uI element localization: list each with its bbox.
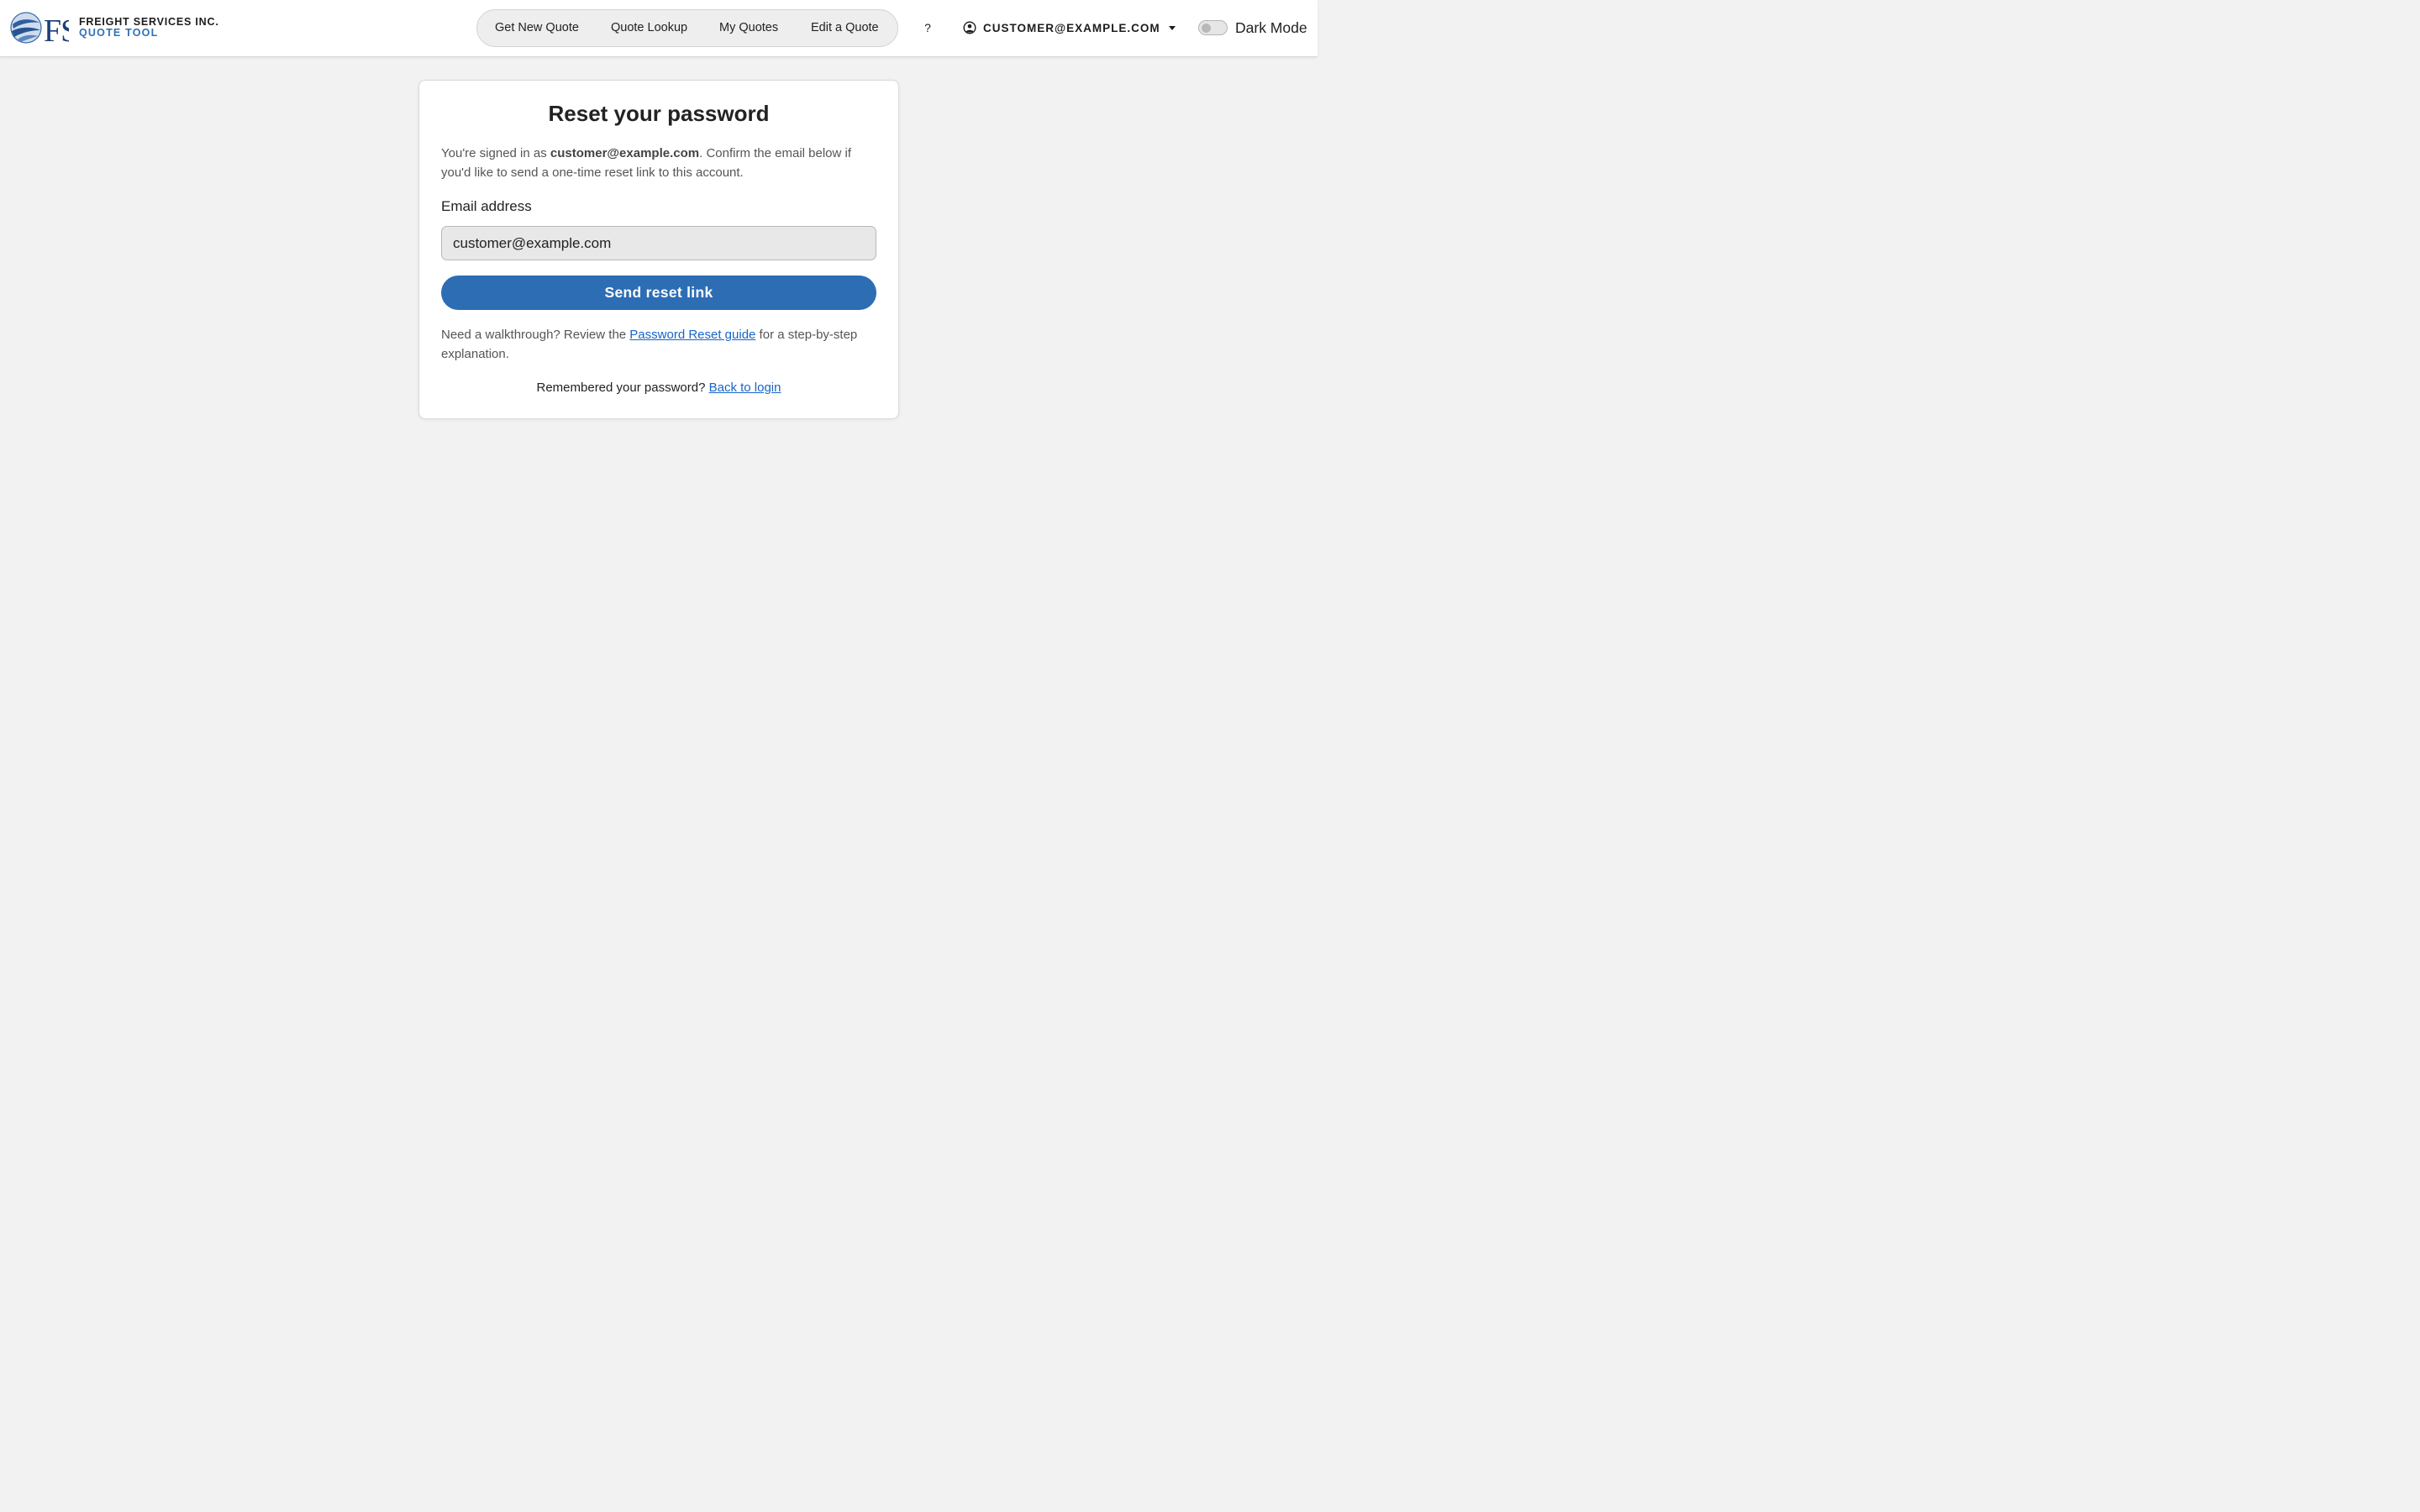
dark-mode-label: Dark Mode xyxy=(1235,18,1307,36)
email-field-label: Email address xyxy=(441,198,532,214)
back-to-login-link[interactable]: Back to login xyxy=(709,381,781,395)
page-title: Reset your password xyxy=(548,101,770,126)
toggle-knob xyxy=(1202,24,1211,33)
user-menu[interactable]: CUSTOMER@EXAMPLE.COM xyxy=(963,18,1176,38)
brand-subtitle: QUOTE TOOL xyxy=(79,27,159,39)
intro-text: You're signed in as customer@example.com… xyxy=(441,144,878,182)
help-button[interactable]: ? xyxy=(922,18,934,37)
user-email-label: CUSTOMER@EXAMPLE.COM xyxy=(983,21,1160,34)
guide-text: Need a walkthrough? Review the Password … xyxy=(441,325,878,364)
nav-edit-a-quote[interactable]: Edit a Quote xyxy=(811,10,879,46)
top-navbar: FSI FREIGHT SERVICES INC. QUOTE TOOL Get… xyxy=(0,0,1318,57)
nav-my-quotes[interactable]: My Quotes xyxy=(719,10,778,46)
dark-mode-control: Dark Mode xyxy=(1198,18,1307,38)
nav-get-new-quote[interactable]: Get New Quote xyxy=(495,10,579,46)
reset-password-card: Reset your password You're signed in as … xyxy=(418,80,899,419)
svg-text:FSI: FSI xyxy=(44,13,69,45)
password-reset-guide-link[interactable]: Password Reset guide xyxy=(629,328,755,342)
user-circle-icon xyxy=(963,21,976,34)
dark-mode-toggle[interactable] xyxy=(1198,20,1228,35)
nav-quote-lookup[interactable]: Quote Lookup xyxy=(611,10,687,46)
brand[interactable]: FSI FREIGHT SERVICES INC. QUOTE TOOL xyxy=(10,10,219,45)
login-prefix: Remembered your password? xyxy=(536,381,709,395)
intro-prefix: You're signed in as xyxy=(441,146,550,160)
send-reset-link-button[interactable]: Send reset link xyxy=(441,276,876,310)
caret-down-icon xyxy=(1168,25,1176,30)
fsi-globe-logo: FSI xyxy=(10,12,69,45)
back-to-login-line: Remembered your password? Back to login xyxy=(419,378,898,397)
main-nav: Get New Quote Quote Lookup My Quotes Edi… xyxy=(476,9,898,47)
email-field[interactable] xyxy=(441,226,876,260)
guide-prefix: Need a walkthrough? Review the xyxy=(441,328,630,342)
signed-in-email: customer@example.com xyxy=(550,146,700,160)
brand-text: FREIGHT SERVICES INC. QUOTE TOOL xyxy=(79,17,219,39)
